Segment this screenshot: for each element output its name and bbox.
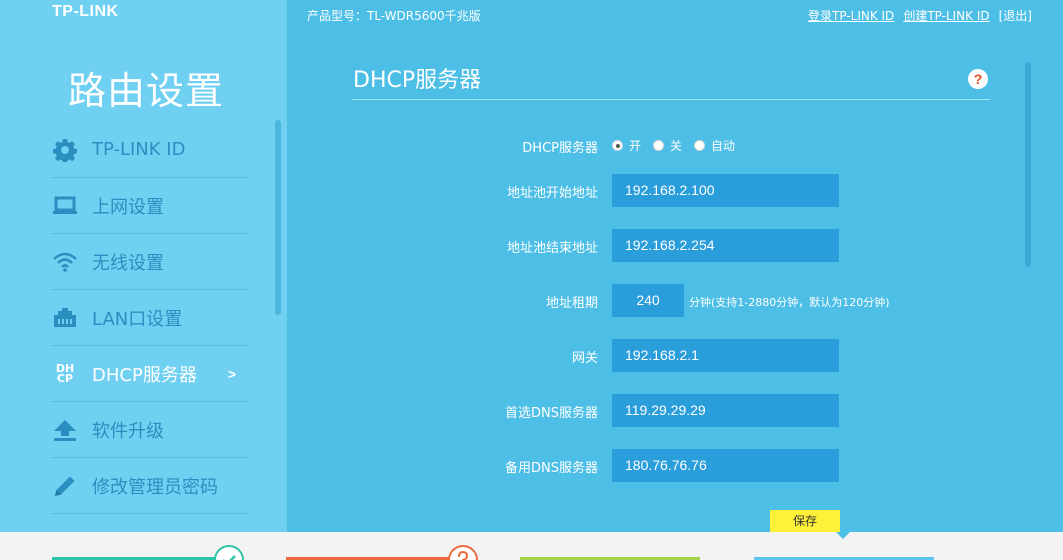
lan-port-icon	[52, 305, 78, 331]
primary-dns-input[interactable]: 119.29.29.29	[612, 394, 839, 427]
sidebar-item-label: TP-LINK ID	[92, 139, 186, 160]
secondary-dns-input[interactable]: 180.76.76.76	[612, 449, 839, 482]
pool-start-label: 地址池开始地址	[506, 186, 598, 201]
dhcp-mode-radio-group: 开 关 自动	[612, 137, 735, 154]
product-model: 产品型号：TL-WDR5600千兆版	[307, 9, 481, 23]
login-tp-link-id-link[interactable]: 登录TP-LINK ID	[808, 7, 894, 24]
dhcp-off-radio[interactable]: 关	[653, 137, 682, 154]
save-button-pointer	[836, 532, 850, 539]
pool-end-label: 地址池结束地址	[506, 241, 598, 256]
lease-time-input[interactable]: 240	[612, 284, 684, 317]
question-icon[interactable]	[448, 545, 478, 560]
sidebar-item-tp-link-id[interactable]: TP-LINK ID	[52, 122, 248, 178]
pool-end-input[interactable]: 192.168.2.254	[612, 229, 839, 262]
dhcp-auto-label: 自动	[711, 139, 736, 153]
create-tp-link-id-link[interactable]: 创建TP-LINK ID	[903, 7, 989, 24]
sidebar-item-label: 无线设置	[92, 252, 164, 274]
gateway-input[interactable]: 192.168.2.1	[612, 339, 839, 372]
dhcp-icon: DH CP	[52, 361, 78, 387]
sidebar-item-upgrade[interactable]: 软件升级	[52, 402, 248, 458]
dhcp-on-radio[interactable]: 开	[612, 137, 641, 154]
main-scrollbar[interactable]	[1025, 62, 1031, 267]
pool-start-input[interactable]: 192.168.2.100	[612, 174, 839, 207]
sidebar-item-label: 软件升级	[92, 420, 164, 442]
page-title: DHCP服务器	[353, 68, 482, 93]
tp-link-logo: TP-LINK	[52, 3, 119, 20]
logout-link[interactable]: [退出]	[999, 7, 1032, 24]
sidebar-item-password[interactable]: 修改管理员密码	[52, 458, 248, 514]
sidebar-item-internet[interactable]: 上网设置	[52, 178, 248, 234]
bottom-bar	[0, 532, 1063, 560]
wifi-icon	[52, 249, 78, 275]
laptop-icon	[52, 193, 78, 219]
title-divider	[352, 99, 990, 100]
dhcp-on-label: 开	[629, 139, 642, 153]
lease-time-label: 地址租期	[545, 296, 598, 311]
sidebar-scrollbar[interactable]	[275, 120, 281, 315]
header-links: 登录TP-LINK ID 创建TP-LINK ID [退出]	[808, 7, 1032, 24]
save-button[interactable]: 保存	[770, 510, 840, 532]
sidebar-item-label: DHCP服务器	[92, 364, 197, 386]
dhcp-icon-line2: CP	[56, 371, 74, 385]
primary-dns-label: 首选DNS服务器	[505, 406, 598, 421]
sidebar-item-wireless[interactable]: 无线设置	[52, 234, 248, 290]
dhcp-off-label: 关	[670, 139, 683, 153]
sidebar: TP-LINK 路由设置 TP-LINK ID 上网设置 无线设置 LAN口设置	[0, 0, 287, 532]
pencil-icon	[52, 473, 78, 499]
check-icon[interactable]	[214, 545, 244, 560]
sidebar-item-lan[interactable]: LAN口设置	[52, 290, 248, 346]
sidebar-item-dhcp[interactable]: DH CP DHCP服务器 >	[52, 346, 248, 402]
chevron-right-icon: >	[227, 366, 236, 382]
sidebar-item-label: LAN口设置	[92, 308, 183, 330]
sidebar-title: 路由设置	[68, 69, 225, 113]
help-icon[interactable]: ?	[968, 69, 988, 89]
secondary-dns-label: 备用DNS服务器	[505, 461, 598, 476]
sidebar-menu: TP-LINK ID 上网设置 无线设置 LAN口设置 DH CP DHCP服务器	[52, 122, 248, 514]
sidebar-item-label: 上网设置	[92, 196, 164, 218]
upload-icon	[52, 417, 78, 443]
gateway-label: 网关	[571, 351, 598, 366]
dhcp-auto-radio[interactable]: 自动	[694, 137, 735, 154]
lease-time-hint: 分钟(支持1-2880分钟，默认为120分钟)	[689, 296, 890, 309]
dhcp-server-label: DHCP服务器	[522, 141, 598, 156]
sidebar-item-label: 修改管理员密码	[92, 476, 218, 498]
gear-icon	[52, 137, 78, 163]
